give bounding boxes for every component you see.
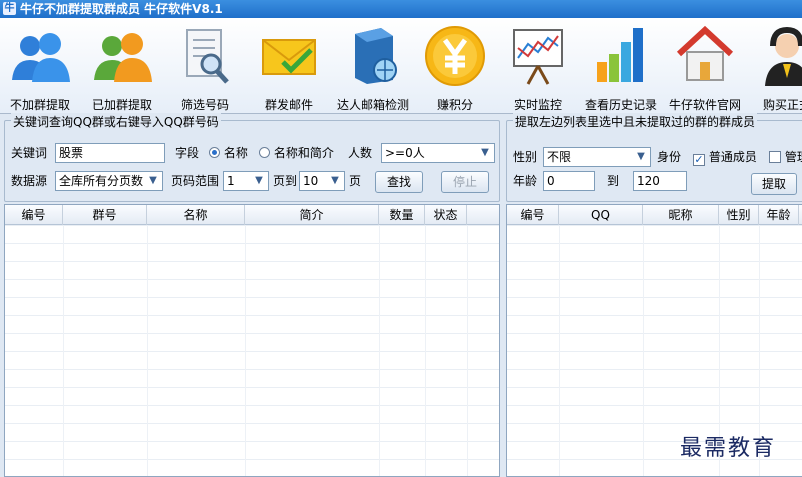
source-label: 数据源	[11, 174, 48, 188]
column-header[interactable]: 性别	[719, 205, 759, 225]
checkbox-icon	[769, 151, 781, 163]
window-title: 牛仔不加群提取群成员 牛仔软件V8.1	[20, 2, 223, 16]
column-header[interactable]: 简介	[245, 205, 379, 225]
column-header[interactable]: 年龄	[759, 205, 799, 225]
group-table-header: 编号 群号 名称 简介 数量 状态	[5, 205, 499, 225]
toolbar-label: 实时监控	[513, 98, 562, 112]
radio-selected-icon	[209, 147, 220, 158]
toolbar-button-filter-numbers[interactable]: 筛选号码	[164, 22, 246, 112]
age-to-input[interactable]: 120	[633, 171, 687, 191]
toolbar-label: 群发邮件	[264, 98, 313, 112]
group-table[interactable]: 编号 群号 名称 简介 数量 状态	[4, 204, 500, 477]
column-header[interactable]: 数量	[379, 205, 425, 225]
field-label: 字段	[175, 146, 200, 160]
people-select[interactable]: >=0人 ▼	[381, 143, 495, 163]
radio-icon	[259, 147, 270, 158]
column-divider	[63, 225, 64, 476]
page-to-select[interactable]: 10 ▼	[299, 171, 345, 191]
toolbar-label: 已加群提取	[91, 98, 152, 112]
people-label: 人数	[348, 146, 373, 160]
chevron-down-icon: ▼	[255, 175, 263, 186]
column-header[interactable]: 状态	[425, 205, 467, 225]
toolbar-label: 筛选号码	[180, 98, 229, 112]
age-label: 年龄	[513, 174, 538, 188]
keyword-label: 关键词	[11, 146, 48, 160]
title-bar: 牛 牛仔不加群提取群成员 牛仔软件V8.1	[0, 0, 802, 18]
page-suffix-label: 页	[349, 174, 362, 188]
page-from-select[interactable]: 1 ▼	[223, 171, 269, 191]
chart-easel-icon	[513, 29, 563, 85]
age-to-label: 到	[607, 174, 620, 188]
chevron-down-icon: ▼	[481, 147, 489, 158]
toolbar-label: 牛仔软件官网	[668, 98, 741, 112]
column-divider	[245, 225, 246, 476]
column-header[interactable]: 昵称	[643, 205, 719, 225]
column-header[interactable]: 群号	[63, 205, 147, 225]
toolbar-button-earn-points[interactable]: 赚积分	[414, 22, 496, 112]
toolbar-label: 购买正式	[762, 98, 802, 112]
extract-button[interactable]: 提取	[751, 173, 797, 195]
toolbar-label: 达人邮箱检测	[336, 98, 409, 112]
extract-panel-legend: 提取左边列表里选中且未提取过的群的群成员	[513, 113, 758, 130]
toolbar: 不加群提取 已加群提取 筛选号码 群发邮件 达人邮箱检测 赚积分 实时监控 查看…	[0, 18, 802, 114]
toolbar-button-mass-email[interactable]: 群发邮件	[248, 22, 330, 112]
gender-select[interactable]: 不限 ▼	[543, 147, 651, 167]
toolbar-button-buy[interactable]: 购买正式	[746, 22, 802, 112]
stop-button[interactable]: 停止	[441, 171, 489, 193]
users-blue-icon	[12, 33, 70, 82]
house-icon	[676, 25, 734, 81]
server-globe-icon	[355, 28, 397, 84]
member-table-header: 编号 QQ 昵称 性别 年龄	[507, 205, 802, 225]
column-header[interactable]: 编号	[507, 205, 559, 225]
toolbar-button-email-check[interactable]: 达人邮箱检测	[332, 22, 414, 112]
gender-label: 性别	[513, 150, 538, 164]
column-divider	[559, 225, 560, 476]
yen-coin-icon	[425, 26, 485, 86]
admin-checkbox[interactable]: 管理	[769, 147, 802, 167]
envelope-icon	[262, 39, 316, 75]
toolbar-button-official-site[interactable]: 牛仔软件官网	[664, 22, 746, 112]
extract-panel: 提取左边列表里选中且未提取过的群的群成员 性别 不限 ▼ 身份 ✓ 普通成员 管…	[506, 113, 802, 202]
column-header[interactable]: 名称	[147, 205, 245, 225]
toolbar-button-realtime-monitor[interactable]: 实时监控	[497, 22, 579, 112]
toolbar-button-extract-joined[interactable]: 已加群提取	[81, 22, 163, 112]
source-select[interactable]: 全库所有分页数 ▼	[55, 171, 163, 191]
member-checkbox[interactable]: ✓ 普通成员	[693, 147, 757, 167]
toolbar-label: 不加群提取	[9, 98, 70, 112]
chevron-down-icon: ▼	[637, 151, 645, 162]
users-orange-icon	[94, 33, 152, 82]
toolbar-button-extract-without-joining[interactable]: 不加群提取	[0, 22, 81, 112]
page-range-label: 页码范围	[171, 174, 220, 188]
chevron-down-icon: ▼	[331, 175, 339, 186]
watermark-text: 最需教育	[680, 436, 777, 461]
field-radio-name[interactable]: 名称	[209, 143, 248, 163]
support-agent-icon	[765, 26, 802, 86]
column-divider	[467, 225, 468, 476]
search-panel: 关键词查询QQ群或右键导入QQ群号码 关键词 股票 字段 名称 名称和简介 人数…	[4, 113, 500, 202]
identity-label: 身份	[657, 150, 682, 164]
column-header[interactable]: 编号	[5, 205, 63, 225]
column-divider	[643, 225, 644, 476]
keyword-input[interactable]: 股票	[55, 143, 165, 163]
app-icon: 牛	[3, 2, 16, 15]
toolbar-label: 赚积分	[436, 98, 473, 112]
toolbar-button-history[interactable]: 查看历史记录	[580, 22, 662, 112]
column-divider	[379, 225, 380, 476]
search-panel-legend: 关键词查询QQ群或右键导入QQ群号码	[11, 113, 221, 130]
bar-chart-icon	[597, 28, 643, 82]
field-radio-name-intro[interactable]: 名称和简介	[259, 143, 334, 163]
search-button[interactable]: 查找	[375, 171, 423, 193]
page-to-label: 页到	[273, 174, 298, 188]
chevron-down-icon: ▼	[149, 175, 157, 186]
column-divider	[147, 225, 148, 476]
column-divider	[425, 225, 426, 476]
toolbar-label: 查看历史记录	[584, 98, 657, 112]
column-header[interactable]: QQ	[559, 205, 643, 225]
document-magnifier-icon	[186, 29, 229, 84]
age-from-input[interactable]: 0	[543, 171, 595, 191]
checkbox-checked-icon: ✓	[693, 153, 705, 166]
